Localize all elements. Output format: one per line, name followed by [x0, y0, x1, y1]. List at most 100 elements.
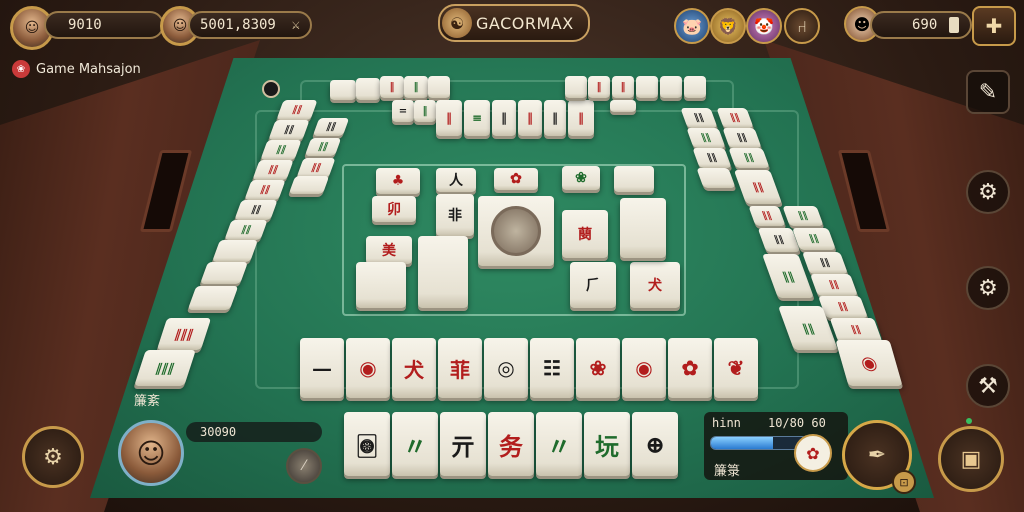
- front-row-tile[interactable]: ❀: [576, 338, 620, 398]
- hand-tile[interactable]: 〃: [392, 412, 438, 476]
- front-row-tile[interactable]: ❦: [714, 338, 758, 398]
- tile-glyph: 卯: [387, 202, 401, 218]
- center-discard-tile: [614, 166, 654, 192]
- tile-glyph: ◉: [359, 356, 377, 380]
- settings-gear-icon: ⚙: [978, 275, 998, 301]
- front-row-tile[interactable]: 犬: [392, 338, 436, 398]
- tile-glyph: 务: [499, 431, 523, 461]
- flower-icon: ✿: [806, 443, 820, 463]
- clown-mascot-icon[interactable]: 🤡: [746, 8, 782, 44]
- slash-icon: ⁄: [302, 458, 306, 474]
- center-discard-tile[interactable]: 人: [436, 168, 476, 192]
- front-row-tile[interactable]: ☷: [530, 338, 574, 398]
- options-button[interactable]: ⚙: [966, 266, 1010, 310]
- center-coin-tile: [478, 196, 554, 266]
- tile-glyph: ❀: [589, 356, 607, 380]
- hand-tile[interactable]: 亓: [440, 412, 486, 476]
- game-label: Game Mahsajon: [36, 61, 141, 77]
- front-row-tile[interactable]: ✿: [668, 338, 712, 398]
- online-indicator-icon: [966, 418, 972, 424]
- tile-glyph: ✿: [681, 356, 699, 380]
- hand-tile[interactable]: 🀙: [344, 412, 390, 476]
- lion-mascot-icon[interactable]: 🦁: [710, 8, 746, 44]
- settings-gear-icon: ⚙: [978, 179, 998, 205]
- front-row-tile[interactable]: —: [300, 338, 344, 398]
- flower-tile-badge[interactable]: ✿: [794, 434, 832, 472]
- menu-gear-button[interactable]: ⚙: [22, 426, 84, 488]
- coin-medallion-icon: [491, 206, 541, 256]
- pig-mascot-icon[interactable]: 🐷: [674, 8, 710, 44]
- tile-glyph: 美: [382, 243, 396, 259]
- tile-glyph: ❀: [575, 170, 587, 186]
- tile-glyph: ⊕: [644, 429, 666, 459]
- tile-glyph: 犬: [648, 278, 662, 294]
- player-score-bar: 30090: [186, 422, 322, 442]
- center-discard-tile[interactable]: 犬: [630, 262, 680, 308]
- hand-tile[interactable]: ⊕: [632, 412, 678, 476]
- tile-glyph: ☷: [543, 356, 561, 380]
- center-discard-tile[interactable]: ❀: [562, 166, 600, 190]
- status-glyphs: 簾箓: [714, 464, 741, 479]
- edit-button[interactable]: ✎: [966, 70, 1010, 114]
- hand-tools-icon: ⚒: [978, 373, 998, 399]
- chat-button[interactable]: ⁄: [286, 448, 322, 484]
- tools-button[interactable]: ⚒: [966, 364, 1010, 408]
- settings-button[interactable]: ⚙: [966, 170, 1010, 214]
- tile-glyph: 菲: [450, 357, 470, 382]
- tile-glyph: 坃: [595, 431, 619, 461]
- front-row-tile[interactable]: ◎: [484, 338, 528, 398]
- center-score-bar: 5001,8309 ⚔: [188, 11, 312, 39]
- bread-icon: ▣: [960, 446, 982, 472]
- tile-glyph: ◎: [497, 356, 515, 380]
- edit-icon: ✎: [978, 79, 998, 105]
- progress-bar: [710, 436, 808, 450]
- player-avatar[interactable]: ☺: [118, 420, 184, 486]
- dealer-marker-icon: [262, 80, 280, 98]
- brush-icon: ✒: [867, 442, 887, 468]
- game-title: GACORMAX: [476, 13, 574, 33]
- hand-tile[interactable]: 〃: [536, 412, 582, 476]
- flower-icon: ❀: [12, 60, 30, 78]
- dragon-emblem-icon: ☯: [442, 8, 472, 38]
- right-value: 690: [912, 17, 938, 33]
- left-score-bar: 9010: [44, 11, 164, 39]
- avatar-face-icon: ☺: [136, 436, 166, 470]
- center-discard-tile[interactable]: 非: [436, 194, 474, 236]
- front-row-tile[interactable]: ◉: [346, 338, 390, 398]
- hand-tile[interactable]: 务: [488, 412, 534, 476]
- tile-glyph: ❦: [727, 356, 745, 380]
- center-discard-tile: [418, 236, 468, 308]
- center-score: 5001,8309: [200, 17, 276, 33]
- chair-icon[interactable]: ⑁: [784, 8, 820, 44]
- tile-glyph: 🀙: [357, 429, 377, 459]
- center-discard-tile[interactable]: ♣: [376, 168, 420, 194]
- tile-glyph: ✿: [510, 171, 522, 187]
- center-discard-tile: [356, 262, 406, 308]
- add-button[interactable]: ✚: [972, 6, 1016, 46]
- center-discard-tile[interactable]: ✿: [494, 168, 538, 190]
- tile-glyph: 非: [448, 208, 462, 224]
- tile-glyph: 蔅: [578, 227, 592, 243]
- crossed-swords-icon: ⚔: [291, 17, 300, 33]
- tile-counter-icon: [949, 17, 960, 33]
- status-value: 10/80 60: [768, 416, 826, 430]
- lock-icon: ⊡: [892, 470, 916, 494]
- hand-tile[interactable]: 坃: [584, 412, 630, 476]
- center-discard-tile[interactable]: 卯: [372, 196, 416, 222]
- hint-button[interactable]: ▣: [938, 426, 1004, 492]
- tile-glyph: 〃: [547, 431, 571, 461]
- center-discard-tile[interactable]: 蔅: [562, 210, 608, 258]
- game-label-row: ❀ Game Mahsajon: [12, 60, 141, 78]
- left-score: 9010: [68, 17, 102, 33]
- tile-glyph: 〃: [403, 431, 427, 461]
- player-score: 30090: [200, 425, 237, 439]
- gear-icon: ⚙: [43, 444, 63, 470]
- game-scene: ‖ ‖ = ‖ ‖ ≡ ‖ ‖ ‖ ‖ ‖ ‖ ‖‖ ‖‖ ‖‖ ‖‖ ‖‖ ‖…: [0, 0, 1024, 512]
- player-name-glyphs: 簾紊: [134, 394, 161, 409]
- right-value-bar: 690: [870, 11, 972, 39]
- front-row-tile[interactable]: ◉: [622, 338, 666, 398]
- center-discard-tile[interactable]: ⺁: [570, 262, 616, 308]
- center-discard-tile[interactable]: 美: [366, 236, 412, 264]
- status-label: hinn: [712, 416, 741, 430]
- front-row-tile[interactable]: 菲: [438, 338, 482, 398]
